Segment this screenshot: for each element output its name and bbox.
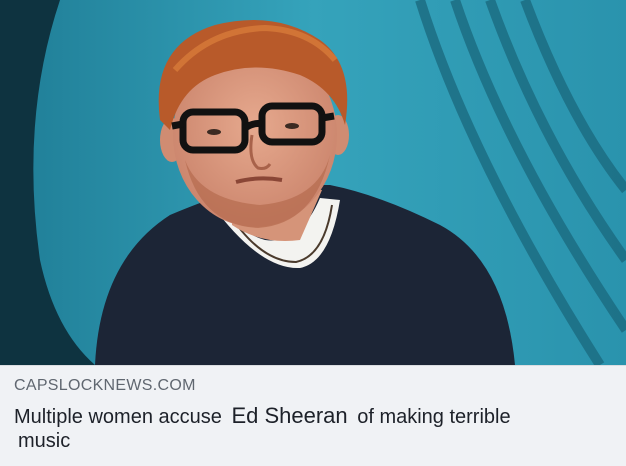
headline-suffix: of making terrible	[357, 406, 511, 428]
headline-line-2: music	[18, 430, 71, 452]
headline-name: Ed Sheeran	[231, 403, 348, 428]
link-preview-caption[interactable]: CAPSLOCKNEWS.COM Multiple women accuse E…	[0, 365, 626, 466]
article-photo[interactable]	[0, 0, 626, 365]
headline-prefix: Multiple women accuse	[14, 406, 222, 428]
source-domain: CAPSLOCKNEWS.COM	[14, 377, 196, 394]
article-headline[interactable]: Multiple women accuse Ed Sheeran of maki…	[14, 404, 614, 453]
article-photo-illustration	[0, 0, 626, 365]
link-preview-card[interactable]: CAPSLOCKNEWS.COM Multiple women accuse E…	[0, 0, 626, 466]
